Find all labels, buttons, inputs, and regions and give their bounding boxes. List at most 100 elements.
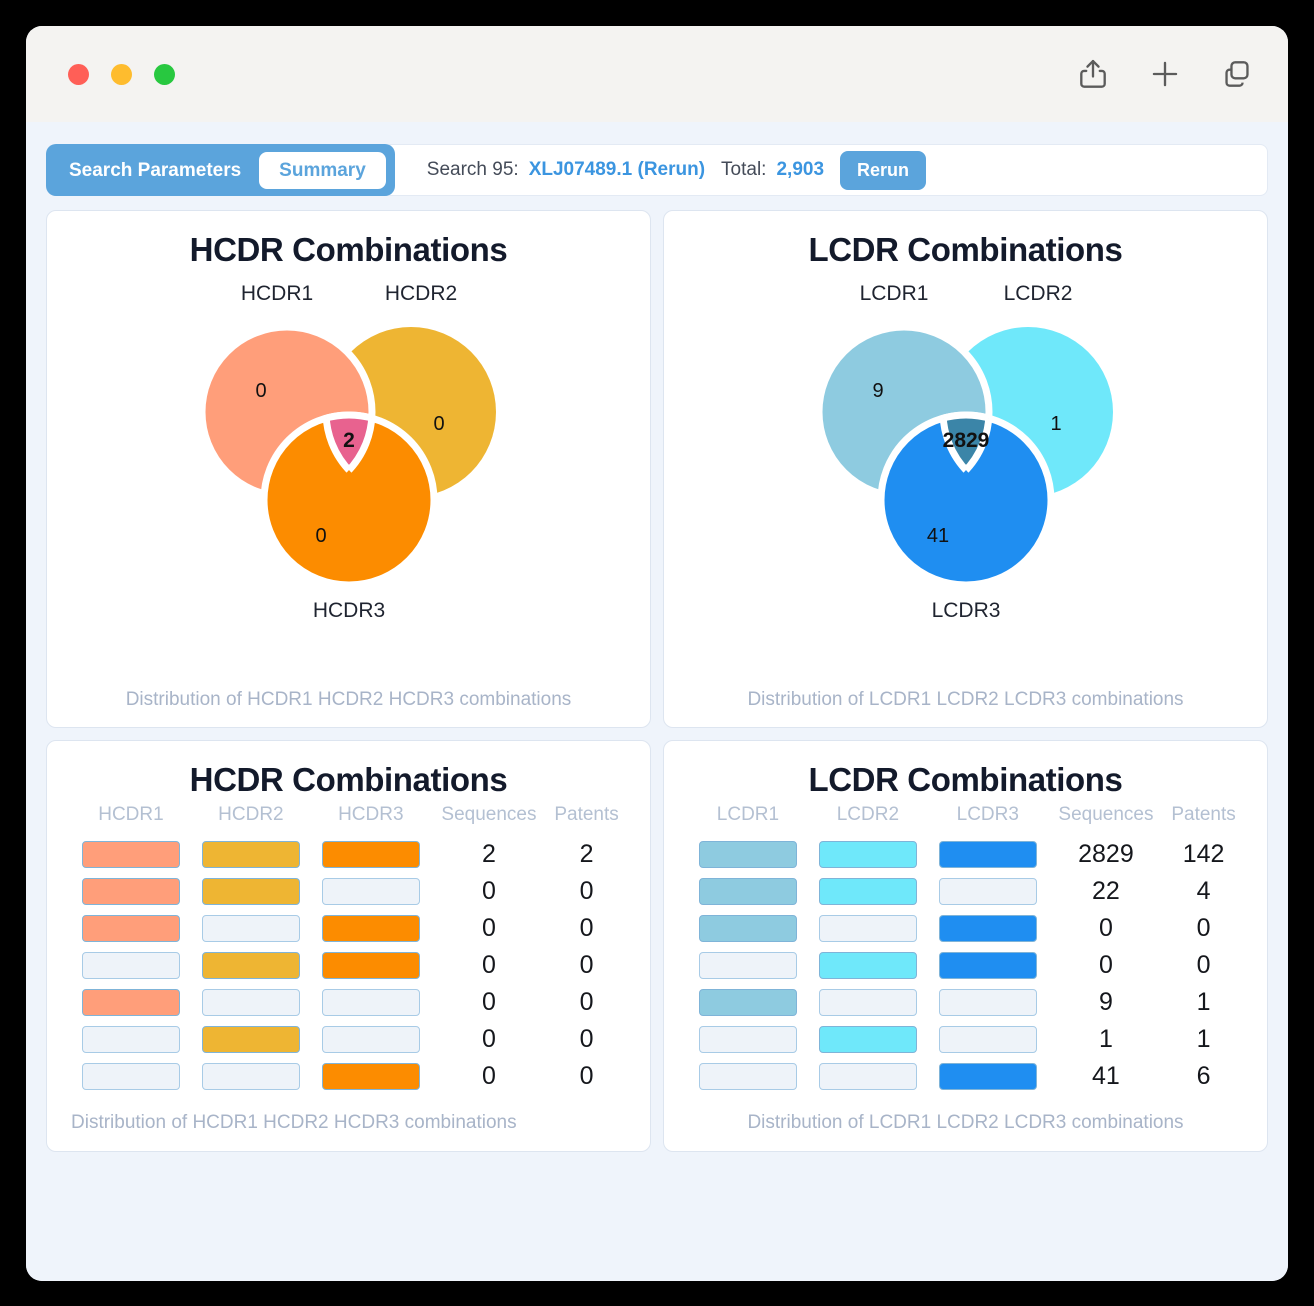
hcdr-venn-label-b: HCDR2 — [384, 282, 456, 305]
patents-value: 1 — [1196, 988, 1211, 1017]
hcdr-venn-label-c: HCDR3 — [312, 599, 384, 622]
bar-filled — [698, 878, 797, 906]
title-bar — [26, 26, 1288, 122]
table-row[interactable]: 00 — [71, 1021, 626, 1058]
combination-cell — [71, 836, 191, 873]
tab-group: Search Parameters Summary — [46, 144, 395, 196]
bar-filled — [818, 1026, 917, 1054]
combination-cell — [688, 873, 808, 910]
combination-cell — [688, 836, 808, 873]
table-row[interactable]: 22 4 — [688, 873, 1243, 910]
tab-search-parameters[interactable]: Search Parameters — [55, 153, 255, 188]
combination-cell — [928, 1058, 1048, 1095]
rerun-button[interactable]: Rerun — [840, 150, 927, 190]
bar-filled — [201, 952, 300, 980]
maximize-button[interactable] — [154, 63, 175, 85]
sequences-value: 1 — [1098, 1025, 1113, 1054]
hcdr-table-card: HCDR Combinations HCDR1 HCDR2 HCDR3 Sequ… — [46, 740, 651, 1152]
combination-cell — [191, 1021, 311, 1058]
tab-summary[interactable]: Summary — [259, 151, 386, 189]
titlebar-actions — [1078, 58, 1252, 90]
table-row[interactable]: 22 — [71, 836, 626, 873]
bar-empty — [321, 1026, 420, 1054]
charts-grid: HCDR Combinations HCDR1 HCDR2 0 0 0 2 HC… — [26, 196, 1288, 1174]
patents-value: 6 — [1196, 1062, 1211, 1091]
bar-empty — [321, 878, 420, 906]
close-button[interactable] — [68, 63, 89, 85]
col-lcdr3: LCDR3 — [956, 804, 1019, 826]
combination-cell — [808, 984, 928, 1021]
bar-filled — [818, 878, 917, 906]
lcdr-venn-label-c: LCDR3 — [931, 599, 1000, 622]
combination-cell — [808, 1021, 928, 1058]
sequences-value: 0 — [481, 1025, 496, 1054]
patents-value: 1 — [1196, 1025, 1211, 1054]
combination-cell — [928, 910, 1048, 947]
table-row[interactable]: 41 6 — [688, 1058, 1243, 1095]
tabs-icon[interactable] — [1222, 58, 1252, 90]
sequences-value: 0 — [1098, 951, 1113, 980]
bar-filled — [81, 989, 180, 1017]
col-sequences: Sequences — [1058, 804, 1154, 826]
hcdr-venn-label-a: HCDR1 — [240, 282, 312, 305]
bar-filled — [201, 878, 300, 906]
bar-empty — [698, 1063, 797, 1091]
total-value: 2,903 — [776, 159, 825, 180]
hcdr-venn-value-c: 0 — [315, 525, 326, 547]
col-hcdr2: HCDR2 — [218, 804, 284, 826]
combination-cell — [191, 1058, 311, 1095]
bar-filled — [81, 841, 180, 869]
hcdr-venn-card: HCDR Combinations HCDR1 HCDR2 0 0 0 2 HC… — [46, 210, 651, 729]
patents-value: 142 — [1182, 840, 1225, 869]
table-row[interactable]: 00 — [71, 947, 626, 984]
hcdr-venn-title: HCDR Combinations — [189, 231, 508, 268]
bar-filled — [938, 1063, 1037, 1091]
combination-cell — [311, 873, 431, 910]
table-row[interactable]: 00 — [71, 984, 626, 1021]
table-row[interactable]: 2829 142 — [688, 836, 1243, 873]
combination-cell — [311, 1058, 431, 1095]
table-header-row: HCDR1 HCDR2 HCDR3 Sequences Patents — [71, 802, 626, 836]
combination-cell — [311, 1021, 431, 1058]
combination-cell — [688, 910, 808, 947]
combination-cell — [71, 984, 191, 1021]
patents-value: 0 — [579, 914, 594, 943]
bar-empty — [321, 989, 420, 1017]
bar-filled — [201, 1026, 300, 1054]
lcdr-venn-card: LCDR Combinations LCDR1 LCDR2 9 1 41 282… — [663, 210, 1268, 729]
combination-cell — [808, 836, 928, 873]
col-hcdr3: HCDR3 — [338, 804, 404, 826]
patents-value: 0 — [579, 877, 594, 906]
sequences-value: 9 — [1098, 988, 1113, 1017]
bar-empty — [818, 915, 917, 943]
share-icon[interactable] — [1078, 58, 1108, 90]
bar-filled — [201, 841, 300, 869]
table-row[interactable]: 00 — [71, 873, 626, 910]
search-prefix-label: Search 95: — [426, 159, 519, 180]
sequences-value: 41 — [1092, 1062, 1120, 1091]
bar-filled — [321, 952, 420, 980]
bar-filled — [938, 915, 1037, 943]
table-row[interactable]: 00 — [688, 910, 1243, 947]
hcdr-venn-figure: HCDR1 HCDR2 0 0 0 2 HCDR3 — [71, 272, 626, 672]
table-row[interactable]: 00 — [71, 910, 626, 947]
lcdr-table-caption: Distribution of LCDR1 LCDR2 LCDR3 combin… — [747, 1112, 1184, 1134]
sequences-value: 22 — [1092, 877, 1120, 906]
combination-cell — [928, 1021, 1048, 1058]
combination-cell — [928, 947, 1048, 984]
bar-empty — [201, 989, 300, 1017]
table-row[interactable]: 00 — [71, 1058, 626, 1095]
combination-cell — [688, 1058, 808, 1095]
sequences-value: 2829 — [1078, 840, 1134, 869]
table-row[interactable]: 11 — [688, 1021, 1243, 1058]
plus-icon[interactable] — [1150, 58, 1180, 90]
lcdr-venn-caption: Distribution of LCDR1 LCDR2 LCDR3 combin… — [747, 688, 1184, 710]
search-id-link[interactable]: XLJ07489.1 (Rerun) — [529, 159, 705, 181]
bar-empty — [201, 915, 300, 943]
table-row[interactable]: 00 — [688, 947, 1243, 984]
minimize-button[interactable] — [111, 63, 132, 85]
patents-value: 0 — [579, 1062, 594, 1091]
bar-filled — [81, 915, 180, 943]
table-row[interactable]: 91 — [688, 984, 1243, 1021]
patents-value: 0 — [579, 988, 594, 1017]
